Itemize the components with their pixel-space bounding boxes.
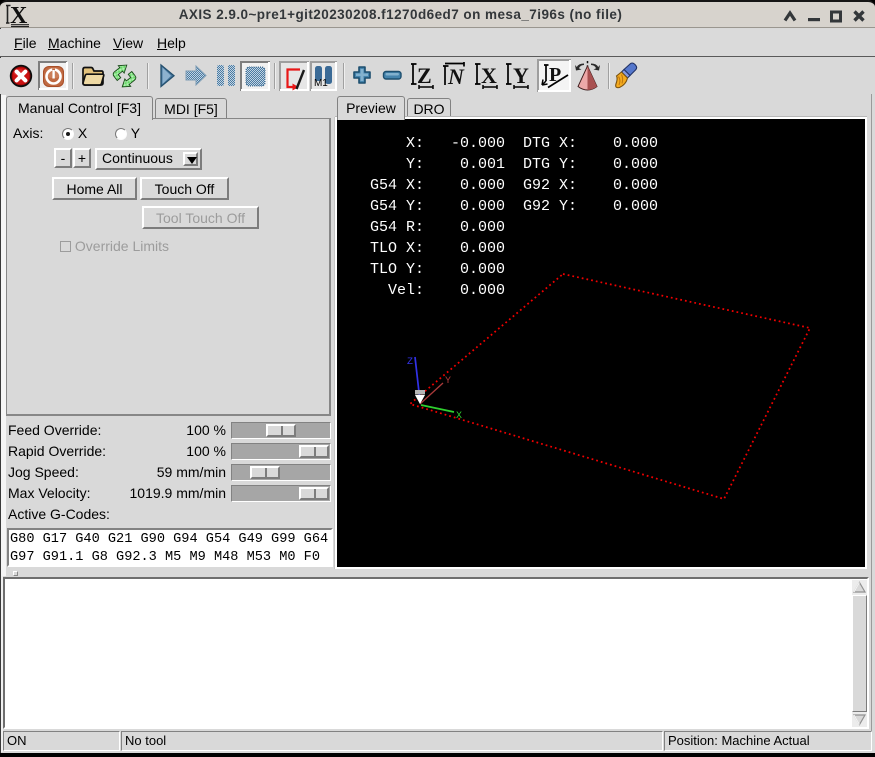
svg-text:X: X bbox=[481, 63, 497, 88]
svg-text:Z: Z bbox=[417, 63, 432, 88]
svg-text:Y: Y bbox=[445, 375, 451, 386]
svg-text:Z: Z bbox=[407, 356, 413, 367]
svg-text:M1: M1 bbox=[314, 78, 328, 89]
svg-text:N: N bbox=[447, 64, 465, 89]
svg-text:X: X bbox=[456, 410, 462, 421]
svg-text:Y: Y bbox=[513, 63, 529, 88]
